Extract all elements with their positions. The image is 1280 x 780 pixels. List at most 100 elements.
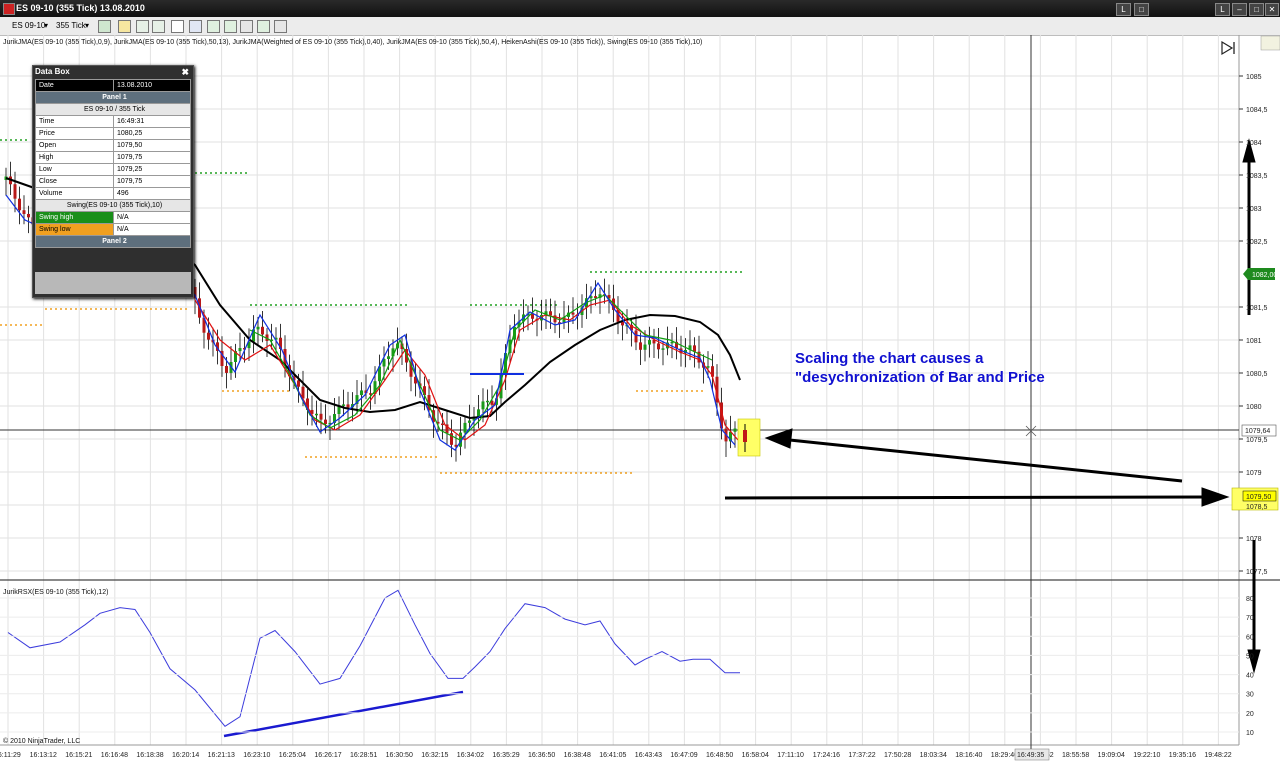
chart-annotation[interactable]: Scaling the chart causes a "desychroniza… bbox=[795, 349, 1125, 387]
instrument-selector[interactable]: ES 09-10 bbox=[12, 19, 45, 32]
zoom-out-icon[interactable] bbox=[152, 20, 165, 33]
candle-body bbox=[661, 348, 665, 350]
crosshair-icon[interactable] bbox=[171, 20, 184, 33]
dollar-icon[interactable] bbox=[257, 20, 270, 33]
swing-header: Swing(ES 09-10 (355 Tick),10) bbox=[35, 199, 191, 212]
rsx-tick-label: 30 bbox=[1246, 692, 1254, 699]
drawing-tool-icon[interactable] bbox=[118, 20, 131, 33]
interval-dropdown-icon[interactable]: ▾ bbox=[85, 19, 89, 32]
maximize-button[interactable]: □ bbox=[1249, 3, 1264, 16]
candle-body bbox=[639, 342, 642, 350]
time-tick-label: 19:35:16 bbox=[1169, 752, 1196, 759]
bar-type-icon[interactable] bbox=[98, 20, 111, 33]
time-tick-label: 16:16:48 bbox=[101, 752, 128, 759]
candle-body bbox=[225, 365, 228, 373]
date-value: 13.08.2010 bbox=[113, 79, 191, 92]
candle-body bbox=[549, 311, 552, 316]
time-tick-label: 16:38:48 bbox=[564, 752, 591, 759]
scroll-handle[interactable] bbox=[1260, 35, 1280, 51]
candle-body bbox=[13, 184, 17, 199]
app-icon bbox=[3, 3, 15, 15]
time-tick-label: 17:50:28 bbox=[884, 752, 911, 759]
strategies-icon[interactable] bbox=[224, 20, 237, 33]
copyright-text: © 2010 NinjaTrader, LLC bbox=[3, 738, 81, 745]
time-tick-label: 16:15:21 bbox=[65, 752, 92, 759]
minimize-button[interactable]: – bbox=[1232, 3, 1247, 16]
time-tick-label: 16:20:14 bbox=[172, 752, 199, 759]
data-box-header[interactable]: Data Box ✖ bbox=[33, 66, 193, 78]
price-tick-label: 1085 bbox=[1246, 74, 1262, 81]
data-box-icon[interactable] bbox=[189, 20, 202, 33]
data-box-window[interactable]: Data Box ✖ Date 13.08.2010 Panel 1 ES 09… bbox=[32, 65, 194, 298]
chart-link-button[interactable]: L bbox=[1215, 3, 1230, 16]
time-tick-label: 16:23:10 bbox=[243, 752, 270, 759]
price-tick-label: 1084,5 bbox=[1246, 107, 1268, 114]
candle-body bbox=[657, 343, 660, 350]
time-tick-label: 16:28:51 bbox=[350, 752, 377, 759]
snapshot-icon[interactable] bbox=[274, 20, 287, 33]
panel-2-area bbox=[35, 272, 191, 294]
time-tick-label: 19:09:04 bbox=[1098, 752, 1125, 759]
time-tick-label: 16:58:04 bbox=[742, 752, 769, 759]
jma-13-line bbox=[194, 299, 739, 441]
time-tick-label: 16:21:13 bbox=[208, 752, 235, 759]
time-tick-label: 16:36:50 bbox=[528, 752, 555, 759]
last-bar-candle bbox=[743, 430, 747, 442]
zoom-in-icon[interactable] bbox=[136, 20, 149, 33]
rsx-line bbox=[7, 589, 740, 727]
candle-body bbox=[27, 213, 30, 218]
candle-body bbox=[733, 428, 737, 432]
interval-selector[interactable]: 355 Tick bbox=[56, 19, 86, 32]
price-marker-crosshair: 1079,64 bbox=[1241, 424, 1277, 437]
rsx-tick-label: 60 bbox=[1246, 634, 1254, 641]
link-button[interactable]: L bbox=[1116, 3, 1131, 16]
series-header: ES 09-10 / 355 Tick bbox=[35, 103, 191, 116]
window-titlebar: ES 09-10 (355 Tick) 13.08.2010 L □ L – □… bbox=[0, 0, 1280, 17]
properties-icon[interactable] bbox=[240, 20, 253, 33]
time-tick-label: 17:11:10 bbox=[777, 752, 804, 759]
time-tick-label: 18:29:46 bbox=[991, 752, 1018, 759]
restore-button[interactable]: □ bbox=[1134, 3, 1149, 16]
chart-toolbar: ES 09-10 ▾ 355 Tick ▾ bbox=[0, 17, 1280, 36]
price-tick-label: 1082,5 bbox=[1246, 239, 1268, 246]
close-button[interactable]: ✕ bbox=[1265, 3, 1279, 16]
price-tick-label: 1078 bbox=[1246, 536, 1262, 543]
time-tick-label: 19:22:10 bbox=[1133, 752, 1160, 759]
play-to-end-icon[interactable] bbox=[1221, 40, 1235, 56]
indicators-icon[interactable] bbox=[207, 20, 220, 33]
candle-body bbox=[315, 413, 318, 416]
rsx-divergence-line[interactable] bbox=[223, 690, 464, 738]
annotation-line-1: Scaling the chart causes a bbox=[795, 350, 984, 367]
candle-body bbox=[477, 409, 480, 417]
candle-body bbox=[571, 312, 575, 315]
time-tick-label: 17:24:16 bbox=[813, 752, 840, 759]
table-row: High 1079,75 bbox=[35, 151, 191, 164]
data-box-table: Date 13.08.2010 Panel 1 ES 09-10 / 355 T… bbox=[35, 79, 191, 248]
rsx-tick-label: 20 bbox=[1246, 711, 1254, 718]
candle-body bbox=[18, 198, 21, 211]
time-tick-label: 16:25:04 bbox=[279, 752, 306, 759]
price-tick-label: 1079 bbox=[1246, 470, 1262, 477]
date-label: Date bbox=[35, 79, 114, 92]
window-title: ES 09-10 (355 Tick) 13.08.2010 bbox=[16, 3, 145, 13]
table-row: Volume 496 bbox=[35, 187, 191, 200]
data-box-title: Data Box bbox=[35, 67, 70, 76]
candle-body bbox=[468, 420, 471, 423]
candle-body bbox=[643, 344, 647, 350]
time-tick-label: 16:43:43 bbox=[635, 752, 662, 759]
price-tick-label: 1081,5 bbox=[1246, 305, 1268, 312]
candle-body bbox=[297, 380, 300, 387]
time-marker-crosshair: 16:49:35 bbox=[1014, 748, 1050, 761]
time-tick-label: 16:30:50 bbox=[386, 752, 413, 759]
instrument-dropdown-icon[interactable]: ▾ bbox=[44, 19, 48, 32]
time-tick-label: 16:48:50 bbox=[706, 752, 733, 759]
close-icon[interactable]: ✖ bbox=[181, 66, 189, 78]
time-tick-label: 16:11:29 bbox=[0, 752, 21, 759]
price-tick-label: 1084 bbox=[1246, 140, 1262, 147]
rsx-tick-label: 70 bbox=[1246, 615, 1254, 622]
annotation-line-2: "desychronization of Bar and Price bbox=[795, 369, 1045, 386]
time-tick-label: 17:37:22 bbox=[848, 752, 875, 759]
candle-body bbox=[463, 422, 467, 433]
svg-text:1082,00: 1082,00 bbox=[1252, 272, 1277, 279]
panel-2-header: Panel 2 bbox=[35, 235, 191, 248]
